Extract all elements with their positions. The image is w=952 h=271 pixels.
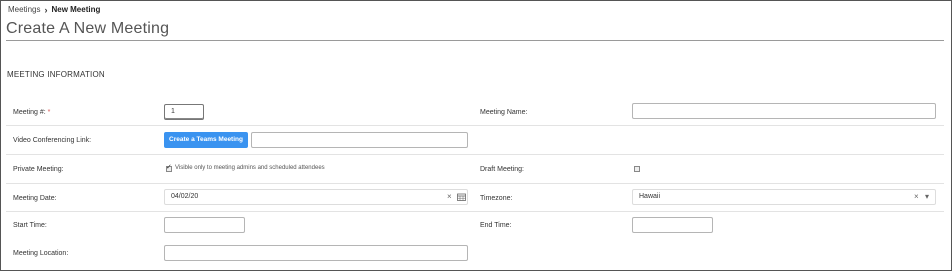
breadcrumb-link-meetings[interactable]: Meetings [8, 5, 40, 14]
timezone-select[interactable]: Hawaii [632, 189, 936, 205]
start-time-label: Start Time: [13, 222, 47, 229]
meeting-name-input[interactable] [632, 103, 936, 119]
draft-meeting-label: Draft Meeting: [480, 166, 524, 173]
end-time-label: End Time: [480, 222, 512, 229]
meeting-date-label: Meeting Date: [13, 195, 57, 202]
end-time-input[interactable] [632, 217, 713, 233]
form-row-video-link [6, 126, 944, 155]
chevron-right-icon: › [44, 4, 48, 15]
video-link-input[interactable] [251, 132, 468, 148]
page-title: Create A New Meeting [6, 20, 170, 37]
calendar-icon[interactable] [457, 193, 466, 203]
form-row-private-meeting [6, 155, 944, 184]
private-meeting-checkbox[interactable] [166, 163, 172, 172]
meeting-number-label: Meeting #: * [13, 109, 51, 116]
start-time-input[interactable] [164, 217, 245, 233]
required-mark: * [47, 109, 51, 116]
private-meeting-checkbox-label: Visible only to meeting admins and sched… [175, 165, 325, 171]
meeting-location-label: Meeting Location: [13, 250, 69, 257]
breadcrumb-current: New Meeting [51, 5, 101, 14]
form-row-time [6, 212, 944, 240]
meeting-location-input[interactable] [164, 245, 468, 261]
video-link-label: Video Conferencing Link: [13, 137, 92, 144]
timezone-label: Timezone: [480, 195, 513, 202]
clear-icon[interactable]: × [447, 192, 452, 201]
draft-meeting-checkbox[interactable] [634, 166, 640, 172]
clear-icon[interactable]: × [914, 192, 919, 201]
private-meeting-label: Private Meeting: [13, 166, 64, 173]
meeting-date-input[interactable]: 04/02/20 [164, 189, 468, 205]
section-title: MEETING INFORMATION [7, 70, 105, 79]
title-divider [6, 40, 944, 41]
create-teams-meeting-button[interactable]: Create a Teams Meeting [164, 132, 248, 148]
meeting-name-label: Meeting Name: [480, 109, 528, 116]
meeting-number-input[interactable]: 1 [164, 104, 204, 120]
breadcrumb: Meetings › New Meeting [8, 5, 100, 14]
chevron-down-icon[interactable]: ▾ [925, 192, 929, 201]
